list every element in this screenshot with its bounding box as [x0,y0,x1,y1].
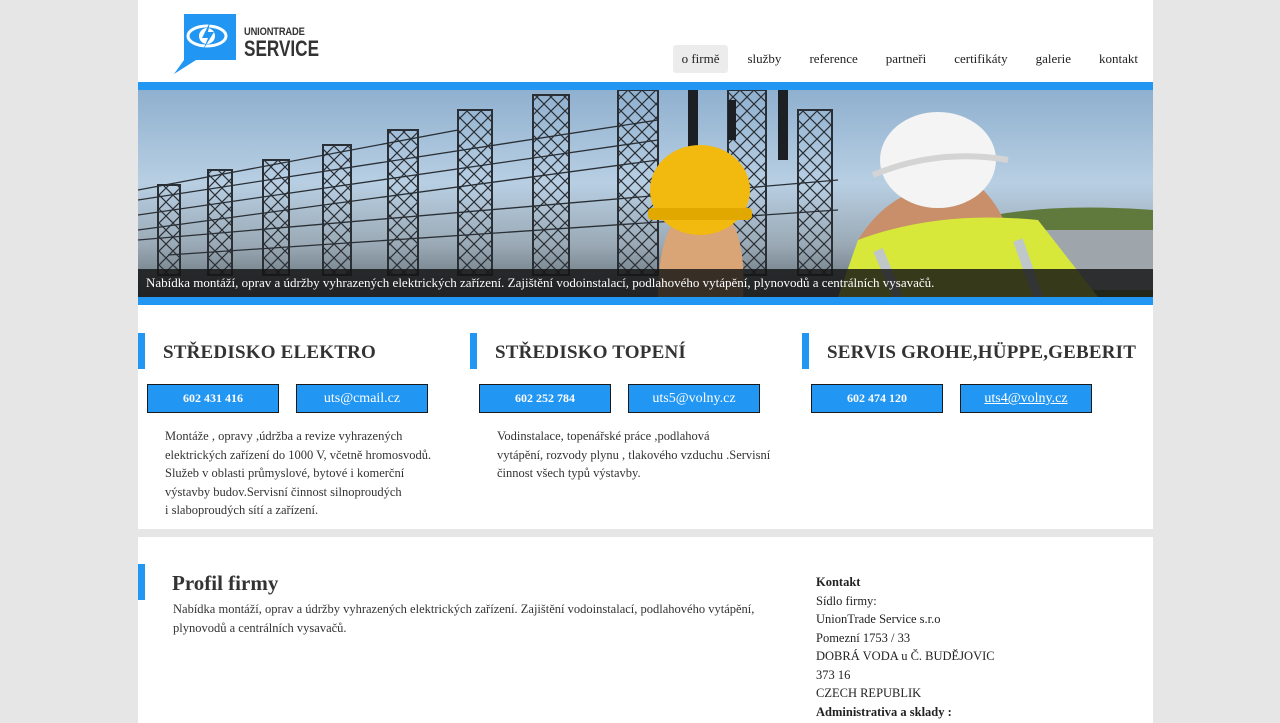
logo[interactable]: UNIONTRADE SERVICE [174,14,319,74]
banner-top-bar [138,82,1153,90]
phone-button[interactable]: 602 431 416 [147,384,279,413]
nav-galerie[interactable]: galerie [1027,45,1080,73]
contact-line: DOBRÁ VODA u Č. BUDĚJOVIC [816,649,995,663]
email-button[interactable]: uts4@volny.cz [960,384,1092,413]
accent-bar [802,333,809,369]
service-title: STŘEDISKO ELEKTRO [163,342,376,363]
nav-certifikaty[interactable]: certifikáty [945,45,1016,73]
nav-sluzby[interactable]: služby [738,45,790,73]
service-elektro: STŘEDISKO ELEKTRO 602 431 416 uts@cmail.… [138,333,458,517]
service-description: Vodinstalace, topenářské práce ,podlahov… [497,429,771,480]
contact-block: Kontakt Sídlo firmy: UnionTrade Service … [816,573,1116,721]
phone-button[interactable]: 602 474 120 [811,384,943,413]
logo-text-bottom: SERVICE [244,36,320,61]
banner-caption: Nabídka montáží, oprav a údržby vyhrazen… [138,269,1153,297]
service-title: STŘEDISKO TOPENÍ [495,342,686,363]
hero-banner: Nabídka montáží, oprav a údržby vyhrazen… [138,90,1153,297]
phone-button[interactable]: 602 252 784 [479,384,611,413]
contact-line: UnionTrade Service s.r.o [816,612,941,626]
nav-kontakt[interactable]: kontakt [1090,45,1147,73]
accent-bar [138,564,145,600]
service-description: Montáže , opravy ,údržba a revize vyhraz… [165,429,432,517]
contact-line: Pomezní 1753 / 33 [816,630,911,645]
service-topeni: STŘEDISKO TOPENÍ 602 252 784 uts5@volny.… [470,333,790,480]
header: UNIONTRADE SERVICE o firmě služby refere… [138,0,1153,82]
contact-subheading: Administrativa a sklady : [816,704,952,719]
email-button[interactable]: uts5@volny.cz [628,384,760,413]
contact-line: CZECH REPUBLIK [816,686,922,700]
email-button[interactable]: uts@cmail.cz [296,384,428,413]
nav-reference[interactable]: reference [800,45,866,73]
service-header: STŘEDISKO TOPENÍ [470,333,790,369]
services-section: STŘEDISKO ELEKTRO 602 431 416 uts@cmail.… [138,305,1153,529]
banner-bottom-bar [138,297,1153,305]
contact-heading: Kontakt [816,575,861,589]
profile-section: Profil firmy Nabídka montáží, oprav a úd… [138,537,1153,723]
contact-line: Sídlo firmy: [816,593,877,608]
page: UNIONTRADE SERVICE o firmě služby refere… [138,0,1153,723]
profile-text: Nabídka montáží, oprav a údržby vyhrazen… [173,602,755,635]
nav-o-firme[interactable]: o firmě [672,45,729,73]
contact-line: 373 16 [816,667,851,682]
main-nav: o firmě služby reference partneři certif… [663,45,1147,73]
profile-title: Profil firmy [172,571,279,595]
service-grohe: SERVIS GROHE,HÜPPE,GEBERIT 602 474 120 u… [802,333,1136,413]
service-title: SERVIS GROHE,HÜPPE,GEBERIT [827,342,1137,363]
accent-bar [138,333,145,369]
service-header: STŘEDISKO ELEKTRO [138,333,458,369]
logo-icon [174,14,236,74]
service-header: SERVIS GROHE,HÜPPE,GEBERIT [802,333,1136,369]
hero-image [138,90,1153,297]
accent-bar [470,333,477,369]
nav-partneri[interactable]: partneři [877,45,935,73]
